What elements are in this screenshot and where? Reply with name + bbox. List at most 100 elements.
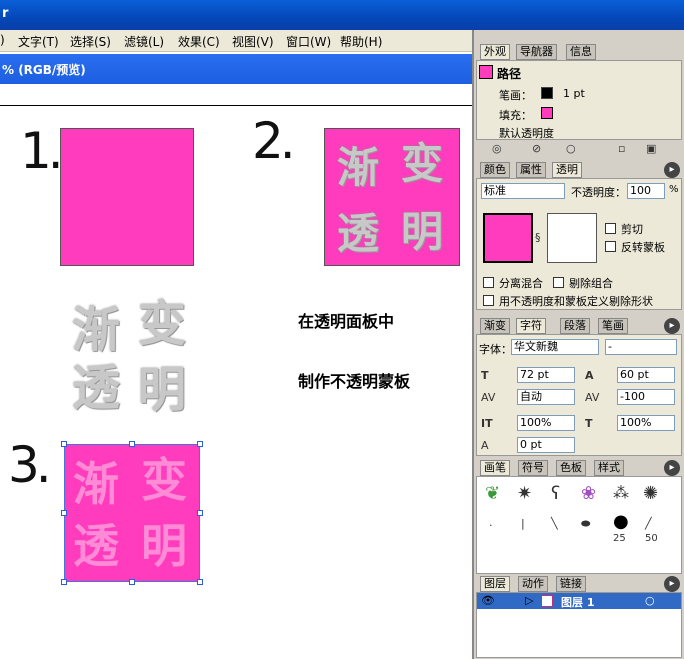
tab-stroke[interactable]: 笔画: [598, 318, 628, 334]
isolate-blending-label: 分离混合: [499, 277, 543, 290]
artwork-thumbnail[interactable]: [483, 213, 533, 263]
round-brush-icon[interactable]: ●: [613, 511, 629, 532]
font-style-select[interactable]: -: [605, 339, 677, 355]
vertical-scale-field[interactable]: 100%: [517, 415, 575, 431]
layer-row[interactable]: 👁 ▷ 图层 1 ○: [477, 593, 681, 609]
menu-filter[interactable]: 滤镜(L): [124, 33, 164, 50]
diagonal-brush-icon[interactable]: ╱: [645, 517, 652, 530]
clear-icon[interactable]: ⊘: [532, 142, 541, 155]
selection-handle[interactable]: [61, 579, 67, 585]
font-label: 字体：: [479, 343, 512, 356]
link-icon[interactable]: §: [535, 231, 541, 244]
leaf-brush-icon[interactable]: ❦: [485, 483, 500, 504]
menu-window[interactable]: 窗口(W): [286, 33, 331, 50]
knockout-group-checkbox[interactable]: [553, 277, 564, 288]
char-jian: 渐: [337, 143, 380, 192]
tab-links[interactable]: 链接: [556, 576, 586, 592]
panel-menu-icon[interactable]: ▸: [664, 460, 680, 476]
selection-handle[interactable]: [61, 510, 67, 516]
step-2-pink-square-with-text[interactable]: 渐 变 透 明: [324, 128, 460, 266]
star-brush-icon[interactable]: ✷: [517, 483, 532, 504]
selection-handle[interactable]: [197, 510, 203, 516]
panel-menu-icon[interactable]: ▸: [664, 162, 680, 178]
leading-icon: A: [585, 369, 594, 382]
mask-thumbnail[interactable]: [547, 213, 597, 263]
expand-icon[interactable]: ▷: [525, 594, 533, 607]
ellipse-brush-icon[interactable]: ⬬: [581, 517, 590, 531]
layers-panel: 👁 ▷ 图层 1 ○: [476, 592, 682, 658]
step-1-pink-square[interactable]: [60, 128, 194, 266]
panel-dock: 外观 导航器 信息 路径 笔画： 1 pt 填充： 默认透明度 ◎ ⊘ ○ ▫ …: [472, 30, 684, 659]
menu-help[interactable]: 帮助(H): [340, 33, 382, 50]
tab-appearance[interactable]: 外观: [480, 44, 510, 60]
selection-handle[interactable]: [129, 441, 135, 447]
tab-layers[interactable]: 图层: [480, 576, 510, 592]
tab-styles[interactable]: 样式: [594, 460, 624, 476]
line-brush-icon[interactable]: |: [521, 517, 525, 530]
stroke-label: 笔画：: [499, 89, 532, 102]
tab-info[interactable]: 信息: [566, 44, 596, 60]
clip-checkbox[interactable]: [605, 223, 616, 234]
gtext-tou: 透: [72, 360, 121, 416]
gtext-ming: 明: [138, 362, 187, 418]
baseline-shift-field[interactable]: 0 pt: [517, 437, 575, 453]
menu-type[interactable]: 文字(T): [18, 33, 59, 50]
tab-navigator[interactable]: 导航器: [516, 44, 557, 60]
menu-view[interactable]: 视图(V): [232, 33, 274, 50]
tab-actions[interactable]: 动作: [518, 576, 548, 592]
ink-brush-icon[interactable]: ʕ: [551, 483, 560, 504]
layer-thumbnail: [541, 595, 553, 607]
eye-icon[interactable]: 👁: [481, 594, 495, 607]
blot-brush-icon[interactable]: ✺: [643, 483, 658, 504]
isolate-blending-checkbox[interactable]: [483, 277, 494, 288]
gradient-text-group[interactable]: 渐 变 透 明: [70, 300, 200, 430]
flower-brush-icon[interactable]: ❀: [581, 483, 596, 504]
fill-label: 填充：: [499, 109, 532, 122]
tab-attributes[interactable]: 属性: [516, 162, 546, 178]
trash-icon[interactable]: ▣: [646, 142, 656, 155]
blend-mode-select[interactable]: 标准: [481, 183, 565, 199]
horizontal-scale-field[interactable]: 100%: [617, 415, 675, 431]
transparency-panel: 标准 不透明度： 100 % § 剪切 反转蒙板 分离混合 剔除组合 用不透明度…: [476, 178, 682, 310]
font-select[interactable]: 华文新魏: [511, 339, 599, 355]
leading-field[interactable]: 60 pt: [617, 367, 675, 383]
dot-brush-icon[interactable]: ·: [489, 519, 493, 532]
tab-swatches[interactable]: 色板: [556, 460, 586, 476]
tab-symbols[interactable]: 符号: [518, 460, 548, 476]
tracking-field[interactable]: -100: [617, 389, 675, 405]
tab-paragraph[interactable]: 段落: [560, 318, 590, 334]
panel-menu-icon[interactable]: ▸: [664, 576, 680, 592]
selection-handle[interactable]: [197, 579, 203, 585]
splatter-brush-icon[interactable]: ⁂: [613, 483, 629, 502]
selection-handle[interactable]: [61, 441, 67, 447]
invert-mask-checkbox[interactable]: [605, 241, 616, 252]
selection-handle[interactable]: [197, 441, 203, 447]
tab-transparency[interactable]: 透明: [552, 162, 582, 178]
reduce-icon[interactable]: ○: [566, 142, 576, 155]
menu-select[interactable]: 选择(S): [70, 33, 111, 50]
step-3-masked-square[interactable]: 渐 变 透 明: [64, 444, 200, 582]
mask-jian: 渐: [73, 457, 119, 511]
opacity-field[interactable]: 100: [627, 183, 665, 199]
font-size-field[interactable]: 72 pt: [517, 367, 575, 383]
menu-cut[interactable]: ): [0, 33, 5, 47]
shape-checkbox[interactable]: [483, 295, 494, 306]
new-icon[interactable]: ▫: [618, 142, 625, 155]
target-icon[interactable]: ○: [645, 594, 655, 607]
slash-brush-icon[interactable]: ╲: [551, 517, 558, 530]
gtext-bian: 变: [138, 296, 187, 352]
kerning-field[interactable]: 自动: [517, 389, 575, 405]
fill-swatch[interactable]: [541, 107, 553, 119]
default-opacity-label: 默认透明度: [499, 127, 554, 140]
tab-gradient[interactable]: 渐变: [480, 318, 510, 334]
stroke-swatch[interactable]: [541, 87, 553, 99]
tab-character[interactable]: 字符: [516, 318, 546, 334]
panel-menu-icon[interactable]: ▸: [664, 318, 680, 334]
menu-effect[interactable]: 效果(C): [178, 33, 220, 50]
horizontal-scale-icon: T: [585, 417, 593, 430]
link-icon[interactable]: ◎: [492, 142, 502, 155]
app-titlebar: r: [0, 0, 684, 30]
tab-brushes[interactable]: 画笔: [480, 460, 510, 476]
selection-handle[interactable]: [129, 579, 135, 585]
tab-color[interactable]: 颜色: [480, 162, 510, 178]
